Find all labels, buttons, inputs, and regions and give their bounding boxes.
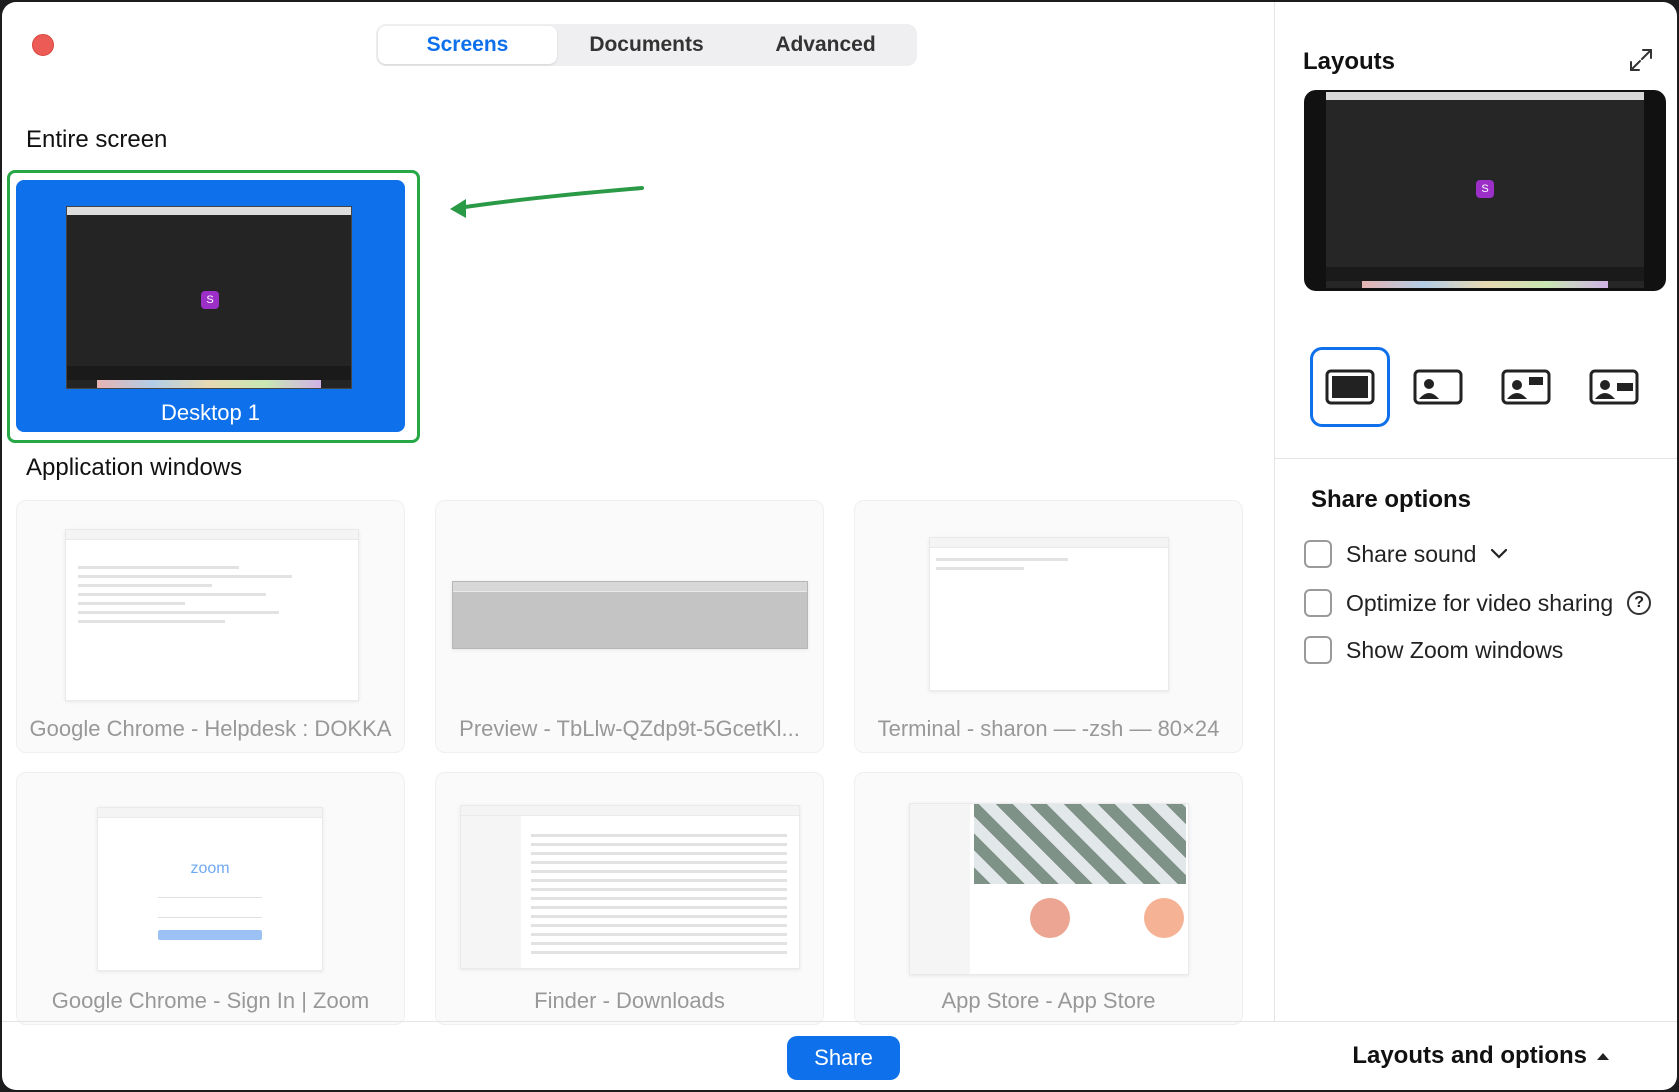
terminal-thumbnail — [929, 537, 1169, 691]
share-options-heading: Share options — [1311, 486, 1472, 513]
meeting-toolbar-thumbnail — [1326, 267, 1644, 281]
share-button[interactable]: Share — [787, 1036, 900, 1080]
expand-icon[interactable] — [1627, 46, 1655, 74]
tab-screens[interactable]: Screens — [378, 26, 557, 64]
layout-option-speaker-left[interactable] — [1398, 347, 1478, 427]
layout-preview: S — [1304, 90, 1666, 291]
app-window-label: Google Chrome - Sign In | Zoom — [51, 988, 370, 1013]
layouts-heading: Layouts — [1303, 48, 1396, 75]
menu-bar-thumbnail — [1326, 92, 1644, 100]
app-window-tile[interactable]: Terminal - sharon — -zsh — 80×24 — [854, 500, 1243, 753]
optimize-video-checkbox[interactable] — [1304, 589, 1332, 617]
layout-option-speaker-right[interactable] — [1574, 347, 1654, 427]
layout-option-speaker-topleft[interactable] — [1486, 347, 1566, 427]
optimize-video-label: Optimize for video sharing — [1346, 589, 1614, 616]
dock-thumbnail — [1362, 281, 1608, 288]
app-window-label: Finder - Downloads — [534, 988, 725, 1013]
close-window-button[interactable] — [32, 34, 54, 56]
zoom-logo: zoom — [190, 860, 230, 877]
chrome-helpdesk-thumbnail — [65, 529, 359, 701]
desktop-label: Desktop 1 — [160, 400, 261, 425]
share-sound-option: Share sound — [1304, 540, 1508, 568]
optimize-video-option: Optimize for video sharing ? — [1304, 589, 1652, 617]
share-options-divider — [1274, 458, 1677, 459]
layouts-and-options-toggle[interactable]: Layouts and options — [1352, 1042, 1609, 1070]
screen-only-layout-icon — [1325, 369, 1375, 405]
menu-bar-thumbnail — [67, 207, 351, 215]
speaker-topleft-layout-icon — [1501, 369, 1551, 405]
panel-divider — [1274, 2, 1275, 1022]
footer-divider — [2, 1021, 1677, 1022]
app-window-tile[interactable]: Finder - Downloads — [435, 772, 824, 1025]
speaker-left-layout-icon — [1413, 369, 1463, 405]
share-screen-window: Screens Documents Advanced Entire screen… — [2, 2, 1677, 1090]
avatar: S — [201, 291, 219, 309]
finder-downloads-thumbnail — [460, 805, 800, 969]
share-type-tabs: Screens Documents Advanced — [376, 24, 917, 66]
show-zoom-windows-option: Show Zoom windows — [1304, 636, 1563, 664]
preview-thumbnail — [452, 581, 808, 649]
help-icon[interactable]: ? — [1627, 591, 1652, 615]
arrow-annotation-icon — [450, 186, 644, 218]
app-window-label: Google Chrome - Helpdesk : DOKKA — [29, 716, 392, 741]
share-sound-label: Share sound — [1346, 540, 1477, 567]
desktop-1-tile[interactable]: S Desktop 1 — [16, 180, 405, 432]
app-store-thumbnail — [909, 803, 1189, 975]
caret-up-icon — [1597, 1052, 1609, 1060]
app-window-tile[interactable]: Google Chrome - Helpdesk : DOKKA — [16, 500, 405, 753]
app-window-tile[interactable]: App Store - App Store — [854, 772, 1243, 1025]
share-sound-checkbox[interactable] — [1304, 540, 1332, 568]
show-zoom-windows-checkbox[interactable] — [1304, 636, 1332, 664]
application-windows-heading: Application windows — [26, 454, 243, 481]
app-window-label: Preview - TbLlw-QZdp9t-5GcetKl... — [459, 716, 800, 741]
app-window-tile[interactable]: zoom Google Chrome - Sign In | Zoom — [16, 772, 405, 1025]
meeting-toolbar-thumbnail — [67, 366, 351, 380]
tab-documents[interactable]: Documents — [557, 26, 736, 64]
app-window-label: Terminal - sharon — -zsh — 80×24 — [877, 716, 1220, 741]
chrome-zoom-signin-thumbnail: zoom — [97, 807, 323, 971]
speaker-right-layout-icon — [1589, 369, 1639, 405]
app-window-label: App Store - App Store — [941, 988, 1156, 1013]
dock-thumbnail — [97, 380, 321, 388]
layouts-and-options-label: Layouts and options — [1352, 1042, 1587, 1069]
layout-option-screen-only[interactable] — [1310, 347, 1390, 427]
entire-screen-heading: Entire screen — [26, 126, 168, 153]
desktop-thumbnail: S — [66, 206, 352, 389]
avatar: S — [1476, 180, 1494, 198]
chevron-down-icon[interactable] — [1490, 548, 1508, 560]
tab-advanced[interactable]: Advanced — [736, 26, 915, 64]
app-window-tile[interactable]: Preview - TbLlw-QZdp9t-5GcetKl... — [435, 500, 824, 753]
show-zoom-windows-label: Show Zoom windows — [1346, 636, 1564, 663]
